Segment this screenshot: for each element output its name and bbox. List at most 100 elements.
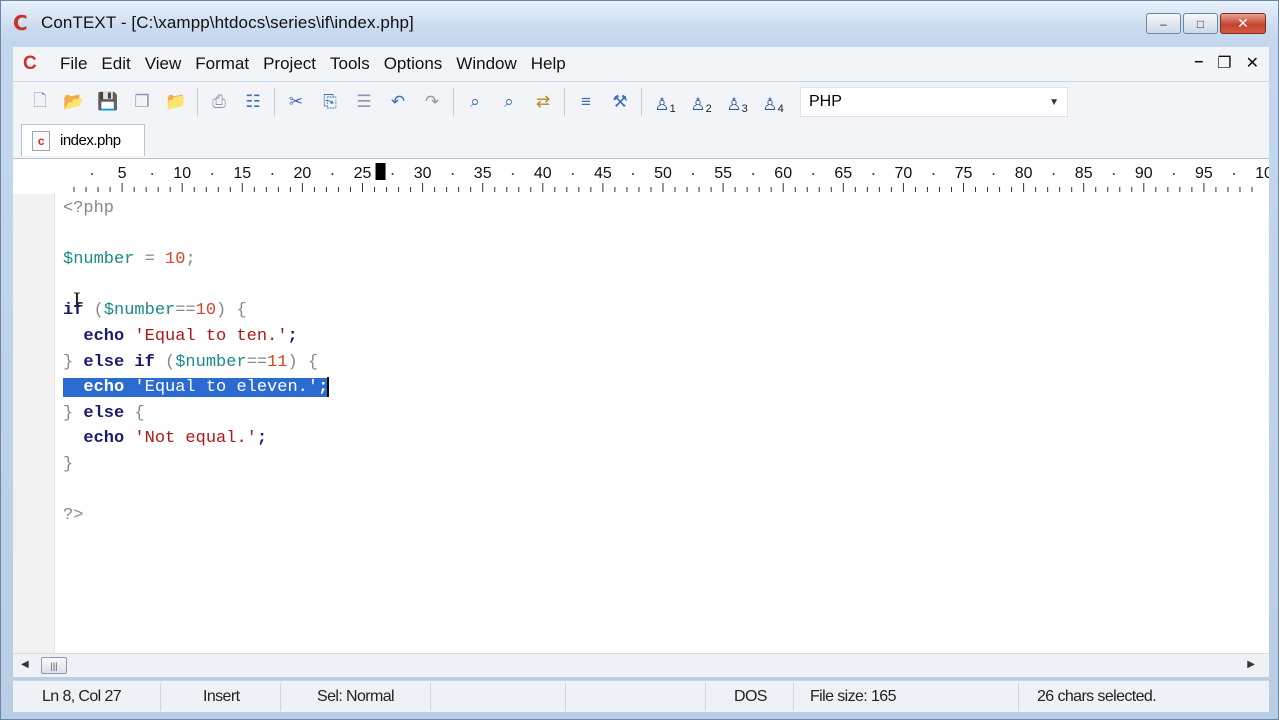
scroll-right-icon[interactable]: ▶ [1247, 659, 1255, 670]
new-file-icon[interactable]: 🗋 [27, 89, 53, 115]
cut-icon[interactable]: ✂ [283, 89, 309, 115]
ruler-label: 65 [834, 165, 852, 182]
ruler-dot [1232, 173, 1235, 175]
status-position: Ln 8, Col 27 [13, 682, 161, 711]
code-editor[interactable]: <?php $number = 10; if ($number==10) { e… [13, 194, 1269, 653]
menu-project[interactable]: Project [256, 54, 323, 74]
ruler: 5 10 15 20 25 30 35 40 45 50 55 60 65 70 75 80 85 90 95 10 [13, 158, 1269, 194]
menu-window[interactable]: Window [449, 54, 523, 74]
print-preview-icon[interactable]: ☷ [240, 89, 266, 115]
ruler-label: 5 [118, 165, 127, 182]
find-next-icon[interactable]: ⌕ [496, 89, 522, 115]
maximize-button[interactable]: □ [1183, 13, 1218, 34]
code-line: $number = 10; [63, 250, 196, 270]
tab-strip: c index.php [13, 122, 1269, 158]
code-line: } else if ($number==11) { [63, 352, 319, 372]
code-line: <?php [63, 196, 329, 222]
ruler-label: 15 [233, 165, 251, 182]
status-file-size: File size: 165 [794, 682, 1019, 711]
copy-icon[interactable]: ⎘ [317, 89, 343, 115]
menu-format[interactable]: Format [188, 54, 256, 74]
save-all-icon[interactable]: ❐ [129, 89, 155, 115]
bookmark-3-icon[interactable]: ♙ 3 [722, 89, 752, 115]
tools-icon[interactable]: ⚒ [607, 89, 633, 115]
replace-icon[interactable]: ⇄ [530, 89, 556, 115]
menu-edit[interactable]: Edit [94, 54, 137, 74]
ruler-label: 95 [1195, 165, 1213, 182]
ruler-label: 40 [534, 165, 552, 182]
horizontal-scrollbar[interactable]: ◀ ||| ▶ [13, 653, 1269, 677]
status-bar: Ln 8, Col 27 Insert Sel: Normal DOS File… [13, 680, 1269, 712]
file-info-icon[interactable]: ≡ [573, 89, 599, 115]
find-icon[interactable]: ⌕ [462, 89, 488, 115]
code-line: if ($number==10) { [63, 301, 247, 321]
ruler-label: 50 [654, 165, 672, 182]
minimize-button[interactable]: – [1146, 13, 1181, 34]
ruler-dot [932, 173, 935, 175]
save-icon[interactable]: 💾 [95, 89, 121, 115]
code-line: } [63, 454, 74, 474]
title-bar: C ConTEXT - [C:\xampp\htdocs\series\if\i… [1, 1, 1278, 45]
menu-help[interactable]: Help [524, 54, 573, 74]
paste-icon[interactable]: ☰ [351, 89, 377, 115]
code-line-selected: echo 'Equal to eleven.'; [63, 375, 330, 401]
status-mode: Insert [161, 682, 281, 711]
document-window-controls: – ❐ ✕ [1194, 53, 1259, 73]
status-selection-info: 26 chars selected. [1037, 687, 1157, 705]
ruler-dot [631, 173, 634, 175]
doc-restore-button[interactable]: ❐ [1217, 53, 1231, 73]
ruler-label: 20 [294, 165, 312, 182]
context-logo-icon: C [13, 11, 28, 35]
doc-minimize-button[interactable]: – [1194, 53, 1203, 73]
ruler-cursor-marker [375, 163, 386, 180]
ruler-label: 60 [774, 165, 792, 182]
code-line: } else { [63, 403, 145, 423]
chevron-down-icon: ▼ [1049, 96, 1059, 108]
print-icon[interactable]: ⎙ [206, 89, 232, 115]
php-open-tag: <?php [63, 199, 115, 218]
ruler-dot [91, 173, 94, 175]
ruler-dot [1172, 173, 1175, 175]
ruler-dot [812, 173, 815, 175]
open-folder-icon[interactable]: 📁 [163, 89, 189, 115]
ruler-dot [1112, 173, 1115, 175]
doc-close-button[interactable]: ✕ [1246, 53, 1259, 73]
toolbar-separator [274, 88, 275, 116]
bookmark-2-icon[interactable]: ♙ 2 [686, 89, 716, 115]
scrollbar-thumb[interactable]: ||| [41, 657, 67, 674]
menu-view[interactable]: View [138, 54, 189, 74]
ruler-label: 30 [414, 165, 432, 182]
language-select-value: PHP [809, 93, 842, 110]
tab-index-php[interactable]: c index.php [21, 124, 145, 156]
code-content[interactable]: <?php $number = 10; if ($number==10) { e… [63, 196, 330, 529]
ruler-dot [391, 173, 394, 175]
ruler-dot [331, 173, 334, 175]
status-line-endings: DOS [706, 682, 794, 711]
menu-tools[interactable]: Tools [323, 54, 377, 74]
ruler-scale: 5 10 15 20 25 30 35 40 45 50 55 60 65 70 75 80 85 90 95 10 [73, 163, 1269, 192]
language-select[interactable]: PHP ▼ [800, 87, 1068, 117]
code-line: ?> [63, 503, 329, 529]
ruler-label: 75 [955, 165, 973, 182]
menu-options[interactable]: Options [377, 54, 450, 74]
status-selection-mode: Sel: Normal [281, 682, 431, 711]
close-button[interactable]: ✕ [1220, 13, 1266, 34]
menu-bar: C File Edit View Format Project Tools Op… [13, 47, 1269, 81]
bookmark-4-icon[interactable]: ♙ 4 [758, 89, 788, 115]
toolbar-separator [453, 88, 454, 116]
ruler-dot [692, 173, 695, 175]
ruler-label: 55 [714, 165, 732, 182]
scroll-left-icon[interactable]: ◀ [21, 659, 29, 670]
status-empty-2 [566, 682, 706, 711]
menu-file[interactable]: File [53, 54, 94, 74]
bookmark-1-icon[interactable]: ♙ 1 [650, 89, 680, 115]
redo-icon[interactable]: ↷ [419, 89, 445, 115]
ruler-dot [511, 173, 514, 175]
open-file-icon[interactable]: 📂 [61, 89, 87, 115]
ruler-label: 10 [1255, 165, 1269, 182]
editor-gutter [13, 194, 55, 653]
ruler-dot [571, 173, 574, 175]
document-menu-icon[interactable]: C [23, 53, 45, 75]
undo-icon[interactable]: ↶ [385, 89, 411, 115]
